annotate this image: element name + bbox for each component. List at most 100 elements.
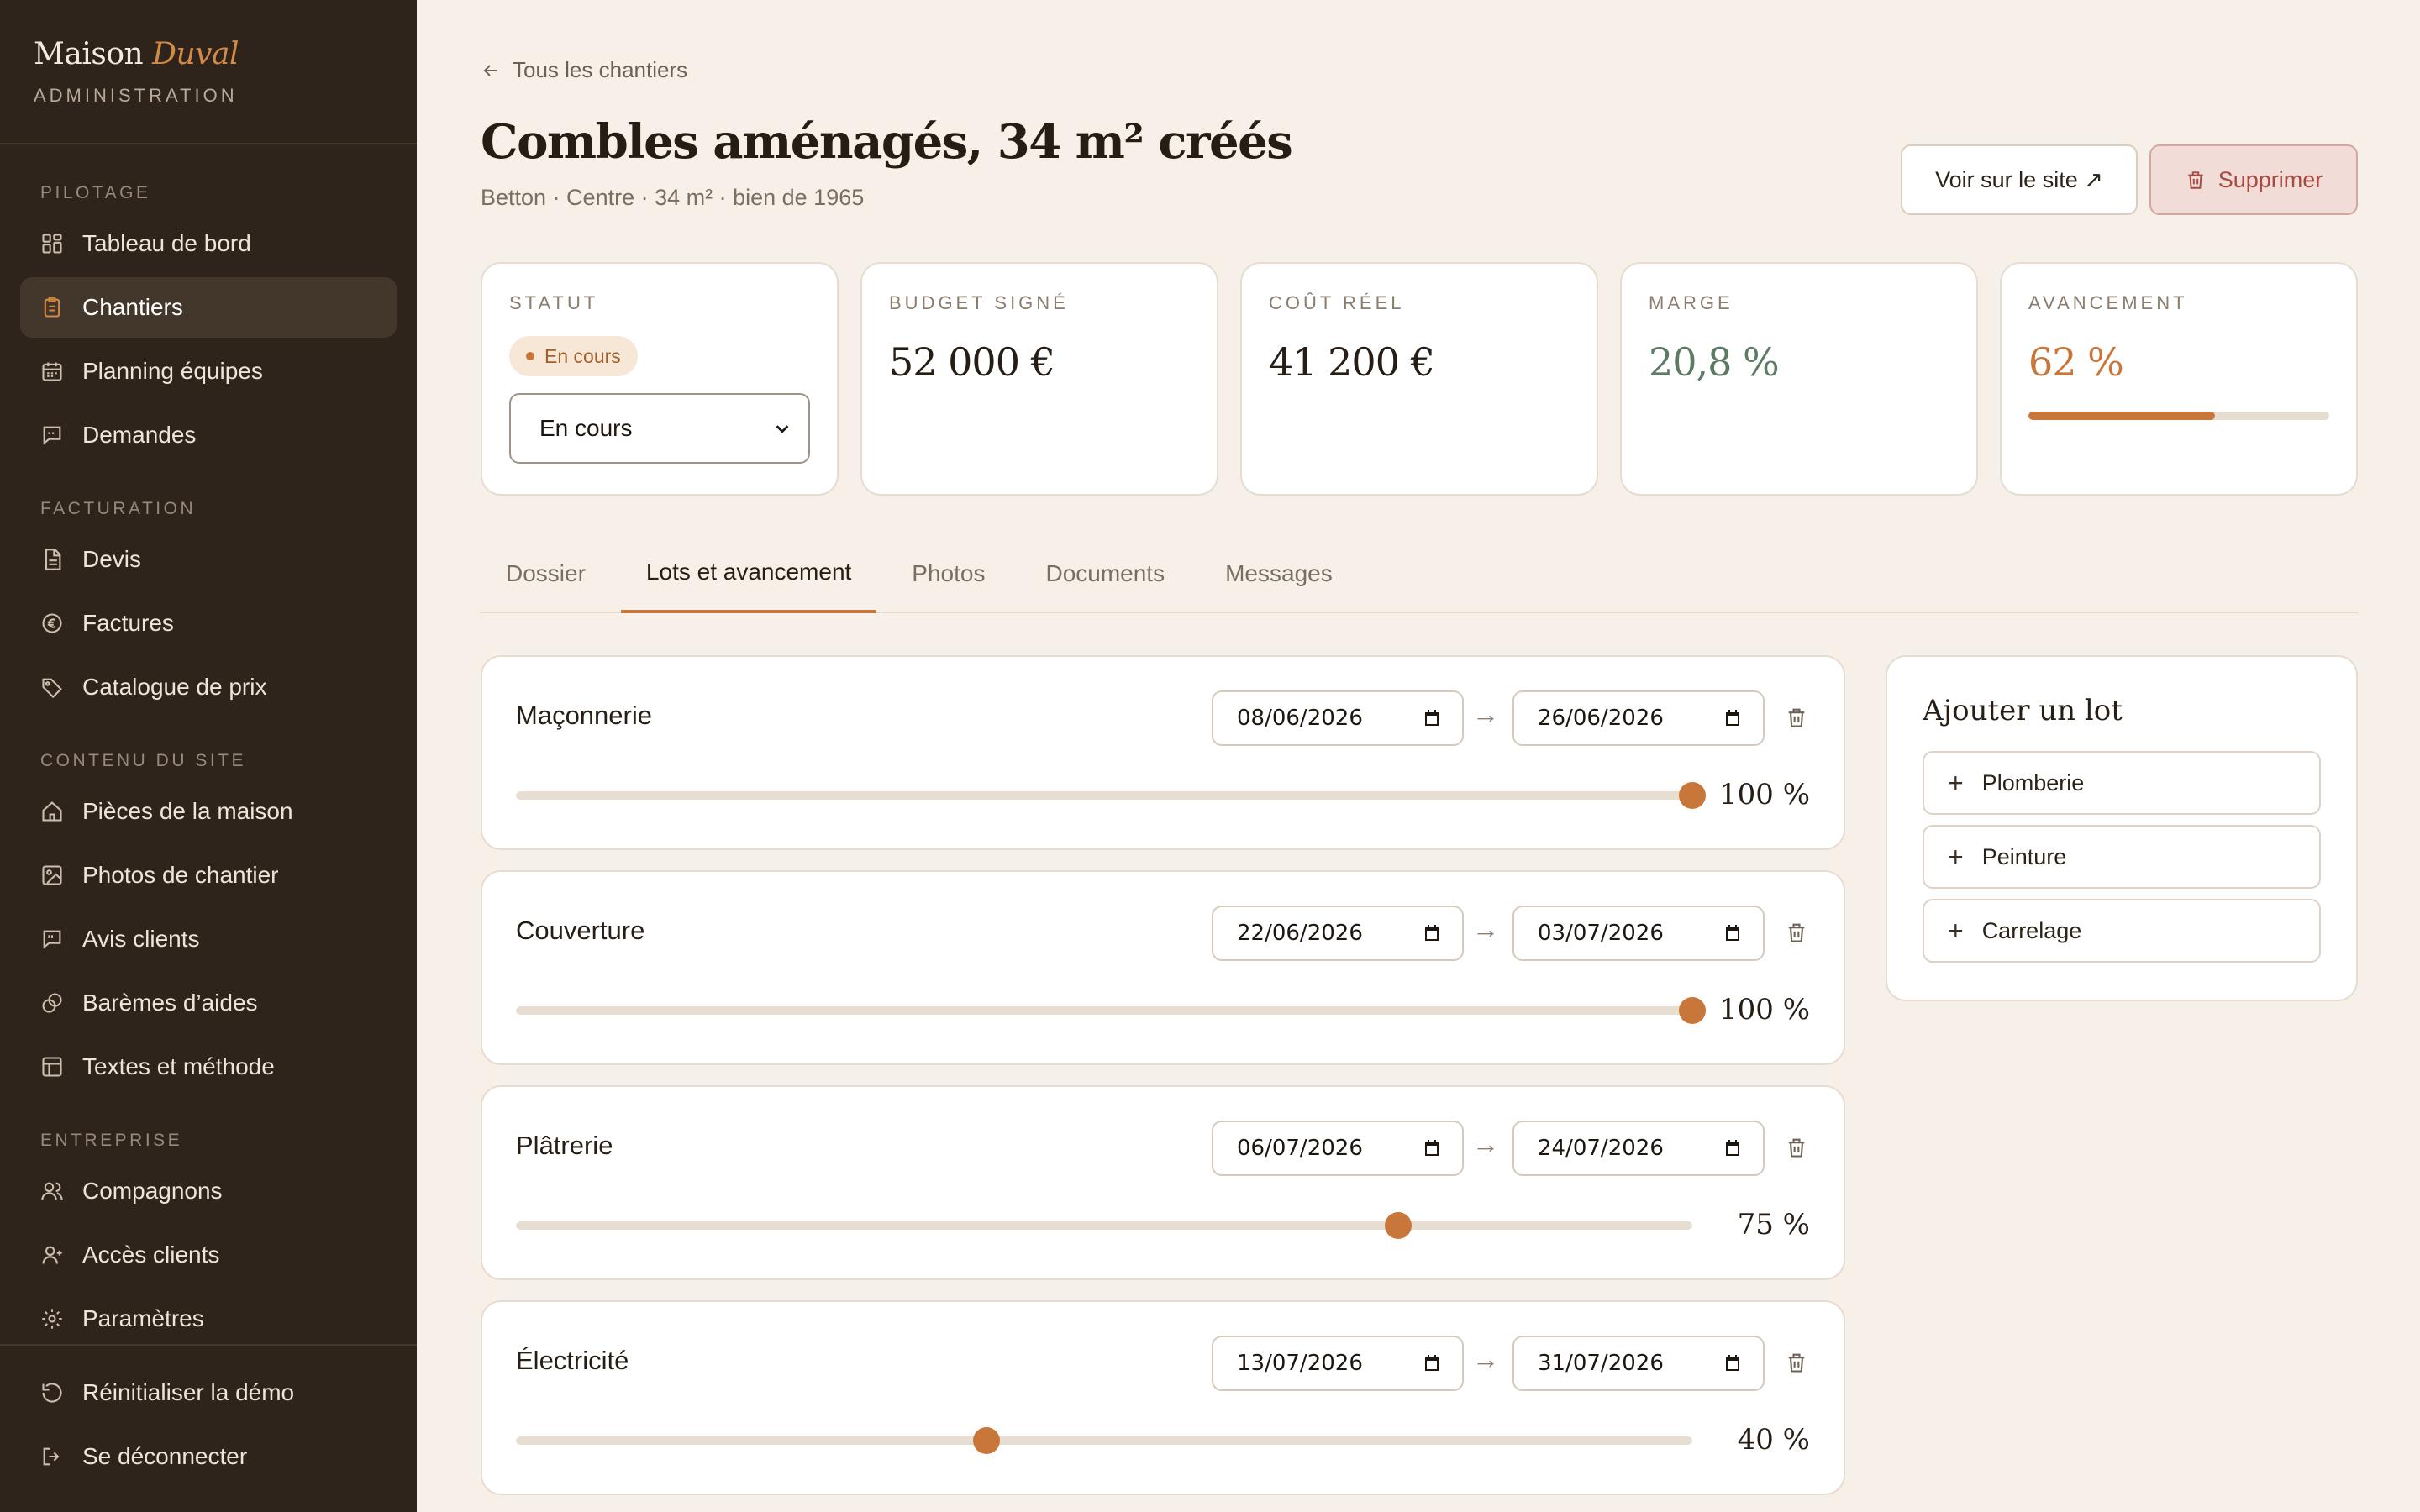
- slider-thumb[interactable]: [1679, 782, 1706, 809]
- delete-lot-button[interactable]: [1785, 1136, 1808, 1163]
- tab-documents[interactable]: Documents: [1020, 534, 1190, 613]
- add-lot-label: Plomberie: [1981, 769, 2085, 795]
- delete-button[interactable]: Supprimer: [2149, 144, 2358, 215]
- stat-card-progress: AVANCEMENT 62 %: [2000, 262, 2358, 496]
- arrow-right-icon: →: [1472, 914, 1499, 944]
- delete-lot-button[interactable]: [1785, 1351, 1808, 1378]
- arrow-right-icon: →: [1472, 699, 1499, 729]
- lot-progress-slider[interactable]: [516, 1212, 1692, 1239]
- sidebar-item-chantiers[interactable]: Chantiers: [20, 277, 397, 338]
- stat-value: 62 %: [2028, 339, 2124, 385]
- calendar-icon: [1726, 1140, 1739, 1156]
- sidebar-item-parametres[interactable]: Paramètres: [20, 1289, 397, 1349]
- sidebar-nav: PILOTAGE Tableau de bord Chantiers Plann…: [0, 144, 417, 1349]
- lot-end-date-input[interactable]: 03/07/2026: [1512, 906, 1765, 961]
- stat-label: MARGE: [1649, 292, 1733, 313]
- sidebar-item-catalogue-de-prix[interactable]: Catalogue de prix: [20, 657, 397, 717]
- page-subtitle: Betton · Centre · 34 m² · bien de 1965: [481, 185, 865, 210]
- calendar-icon: [1425, 1140, 1439, 1156]
- lot-start-date-input[interactable]: 06/07/2026: [1212, 1121, 1464, 1176]
- lot-progress-slider[interactable]: [516, 782, 1706, 809]
- add-lot-carrelage-button[interactable]: + Carrelage: [1923, 899, 2321, 963]
- calendar-icon: [1425, 710, 1439, 726]
- lot-start-date-input[interactable]: 13/07/2026: [1212, 1336, 1464, 1391]
- add-lot-plomberie-button[interactable]: + Plomberie: [1923, 751, 2321, 815]
- sidebar-item-factures[interactable]: Factures: [20, 593, 397, 654]
- user-icon: [42, 1246, 62, 1264]
- lot-name: Maçonnerie: [516, 701, 652, 730]
- sidebar-item-baremes[interactable]: Barèmes d’aides: [20, 973, 397, 1033]
- arrow-right-icon: →: [1472, 1129, 1499, 1159]
- lot-end-date-value: 03/07/2026: [1538, 921, 1664, 946]
- stat-label: STATUT: [509, 292, 599, 313]
- lot-start-date-input[interactable]: 22/06/2026: [1212, 906, 1464, 961]
- lot-progress-value: 40 %: [1737, 1423, 1810, 1457]
- sidebar-item-tableau-de-bord[interactable]: Tableau de bord: [20, 213, 397, 274]
- brand-logo[interactable]: Maison Duval: [34, 37, 383, 71]
- sidebar-footer: Réinitialiser la démo Se déconnecter: [0, 1344, 417, 1512]
- trash-icon: [2188, 171, 2203, 189]
- lot-start-date-value: 13/07/2026: [1237, 1351, 1363, 1376]
- status-select[interactable]: En cours: [509, 393, 810, 464]
- sidebar-item-label: Photos de chantier: [82, 862, 279, 888]
- nav-section-label: PILOTAGE: [40, 183, 151, 202]
- sidebar-item-photos[interactable]: Photos de chantier: [20, 845, 397, 906]
- sidebar-item-avis[interactable]: Avis clients: [20, 909, 397, 969]
- calendar-icon: [1425, 925, 1439, 941]
- nav-section-label: CONTENU DU SITE: [40, 751, 247, 770]
- sidebar-item-label: Réinitialiser la démo: [82, 1379, 295, 1405]
- back-link-label: Tous les chantiers: [513, 57, 688, 82]
- lot-progress-value: 100 %: [1718, 993, 1810, 1026]
- lot-card: Maçonnerie 08/06/2026 → 26/06/2026 100 %: [481, 655, 1845, 850]
- stats-row: STATUT En cours En cours BUDGET SIGNÉ 52…: [481, 262, 2358, 496]
- sidebar-item-label: Factures: [82, 610, 174, 636]
- sidebar-item-planning-equipes[interactable]: Planning équipes: [20, 341, 397, 402]
- lot-end-date-input[interactable]: 31/07/2026: [1512, 1336, 1765, 1391]
- sidebar-item-acces-clients[interactable]: Accès clients: [20, 1225, 397, 1285]
- calendar-icon: [1726, 710, 1739, 726]
- tab-messages[interactable]: Messages: [1200, 534, 1358, 613]
- lot-start-date-value: 22/06/2026: [1237, 921, 1363, 946]
- add-lot-label: Carrelage: [1981, 917, 2082, 943]
- reset-demo-button[interactable]: Réinitialiser la démo: [20, 1362, 397, 1423]
- lot-end-date-input[interactable]: 24/07/2026: [1512, 1121, 1765, 1176]
- sidebar-item-label: Catalogue de prix: [82, 674, 267, 700]
- sidebar-item-demandes[interactable]: Demandes: [20, 405, 397, 465]
- add-lot-peinture-button[interactable]: + Peinture: [1923, 825, 2321, 889]
- lot-card: Électricité 13/07/2026 → 31/07/2026 40 %: [481, 1300, 1845, 1495]
- calendar-icon: [1726, 925, 1739, 941]
- slider-thumb[interactable]: [1679, 997, 1706, 1024]
- home-icon: [42, 801, 62, 822]
- lot-start-date-input[interactable]: 08/06/2026: [1212, 690, 1464, 746]
- sidebar-item-pieces[interactable]: Pièces de la maison: [20, 781, 397, 842]
- calendar-icon: [42, 362, 62, 381]
- slider-thumb[interactable]: [973, 1427, 1000, 1454]
- lot-progress-slider[interactable]: [516, 997, 1706, 1024]
- delete-lot-button[interactable]: [1785, 706, 1808, 733]
- sidebar-item-compagnons[interactable]: Compagnons: [20, 1161, 397, 1221]
- sidebar-item-label: Compagnons: [82, 1178, 223, 1204]
- tab-lots-et-avancement[interactable]: Lots et avancement: [620, 534, 877, 613]
- sidebar-item-textes[interactable]: Textes et méthode: [20, 1037, 397, 1097]
- tab-dossier[interactable]: Dossier: [481, 534, 611, 613]
- view-on-site-button[interactable]: Voir sur le site ↗: [1901, 144, 2138, 215]
- sidebar-item-label: Planning équipes: [82, 358, 263, 384]
- lot-progress-slider[interactable]: [516, 1427, 1692, 1454]
- tab-photos[interactable]: Photos: [886, 534, 1010, 613]
- sidebar-item-label: Demandes: [82, 422, 197, 448]
- trash-icon: [1788, 708, 1805, 727]
- progress-bar: [2028, 412, 2329, 420]
- plus-icon: +: [1948, 841, 1964, 872]
- sidebar-item-label: Barèmes d’aides: [82, 990, 258, 1016]
- logout-button[interactable]: Se déconnecter: [20, 1426, 397, 1487]
- calendar-icon: [1726, 1355, 1739, 1371]
- stat-value: 20,8 %: [1649, 339, 1780, 385]
- add-lot-label: Peinture: [1981, 843, 2067, 869]
- delete-lot-button[interactable]: [1785, 921, 1808, 948]
- trash-icon: [1788, 1353, 1805, 1373]
- back-link[interactable]: Tous les chantiers: [481, 57, 687, 83]
- sidebar-item-devis[interactable]: Devis: [20, 529, 397, 590]
- lot-end-date-input[interactable]: 26/06/2026: [1512, 690, 1765, 746]
- brand-subtitle: ADMINISTRATION: [34, 85, 238, 106]
- slider-thumb[interactable]: [1385, 1212, 1412, 1239]
